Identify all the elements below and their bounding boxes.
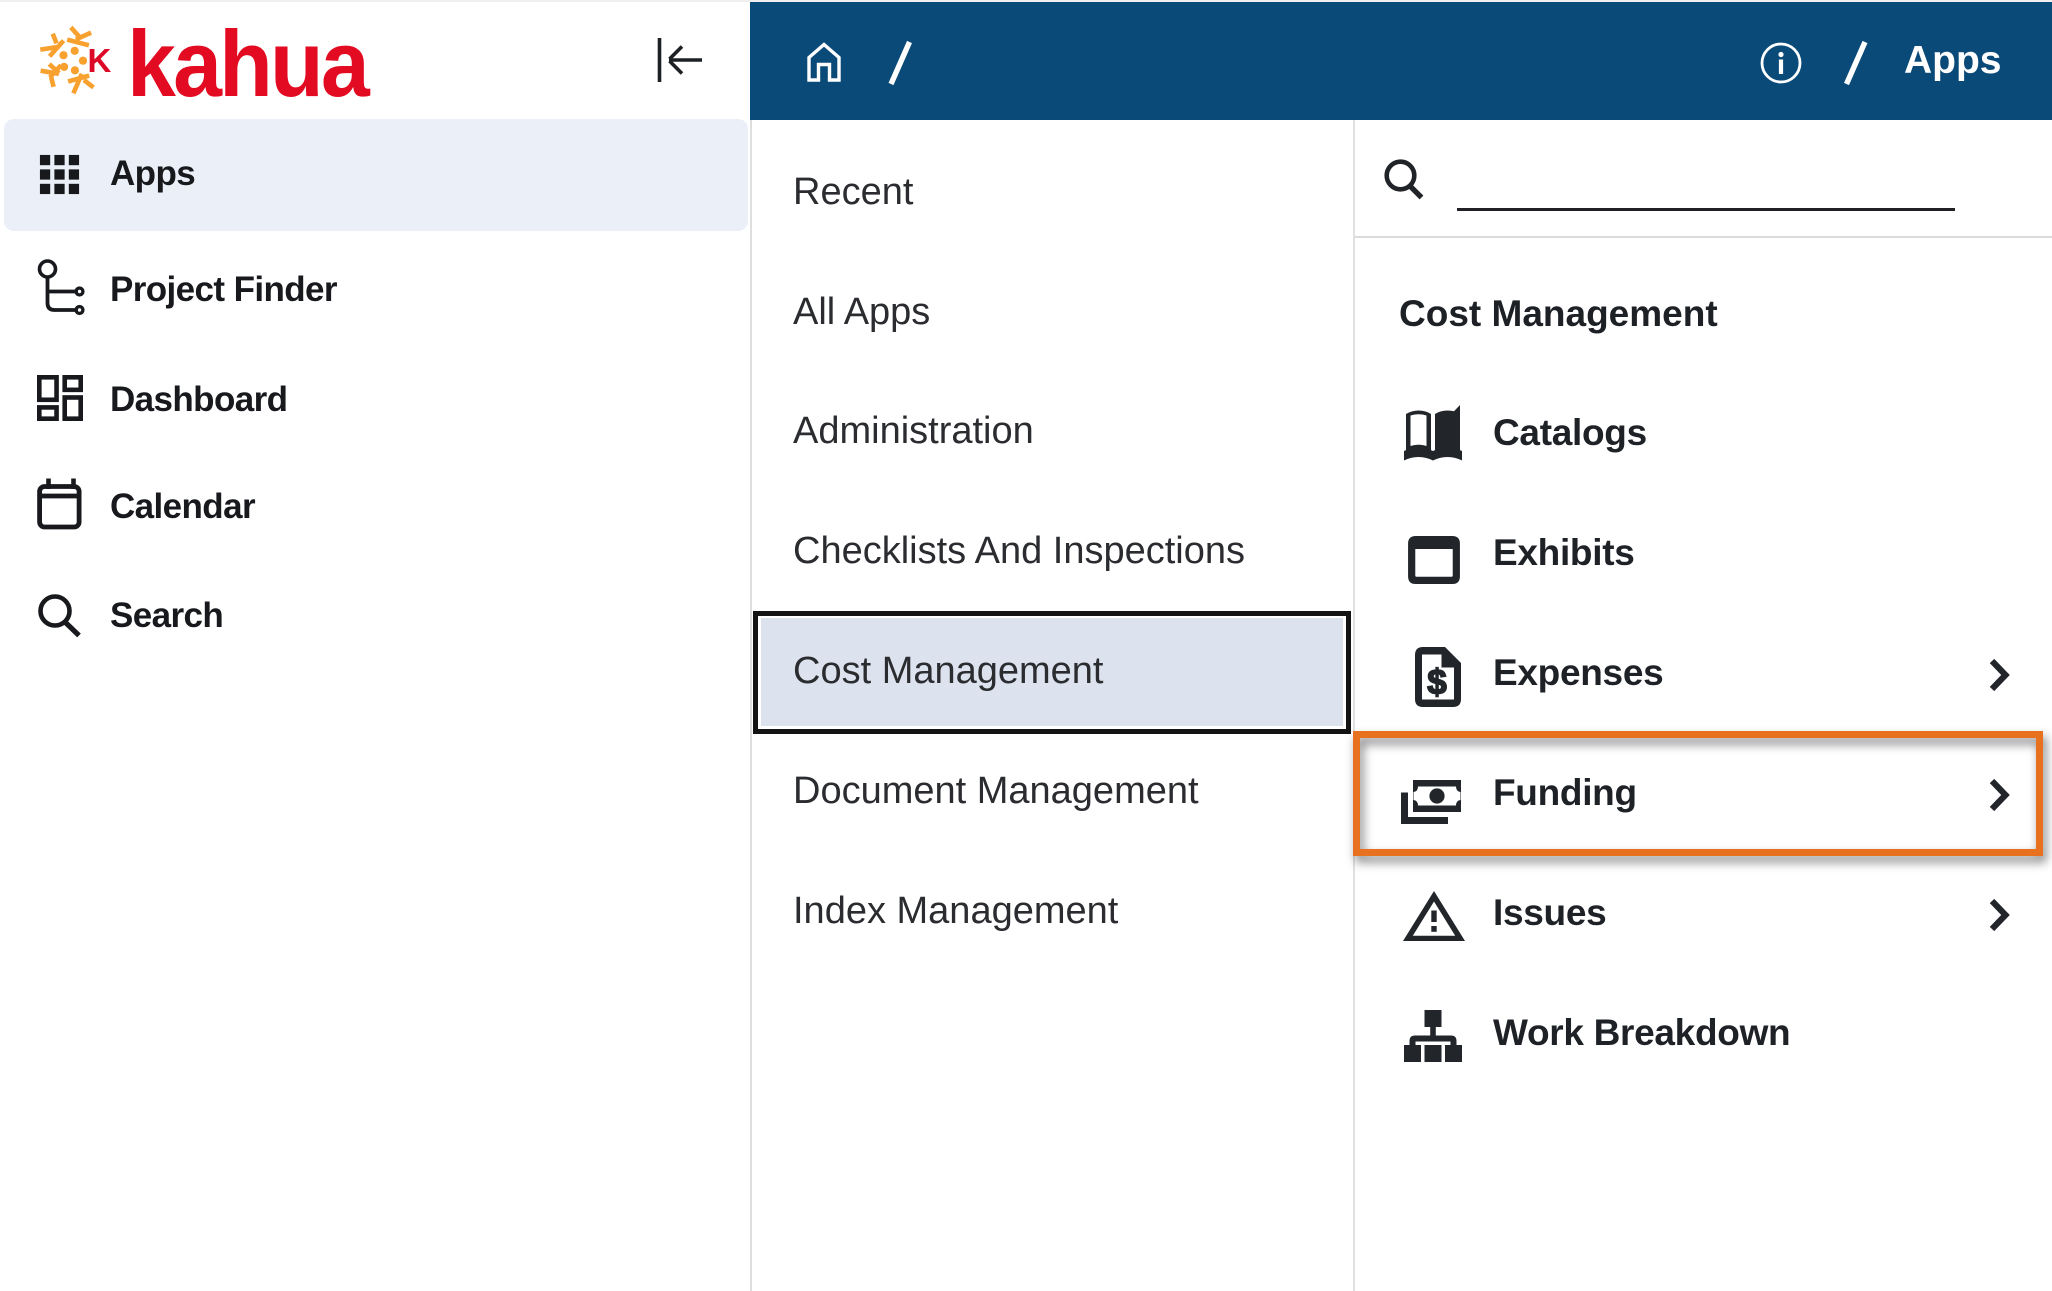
svg-text:$: $ (1427, 663, 1446, 702)
svg-text:K: K (88, 42, 112, 79)
svg-text:kahua: kahua (127, 11, 370, 110)
